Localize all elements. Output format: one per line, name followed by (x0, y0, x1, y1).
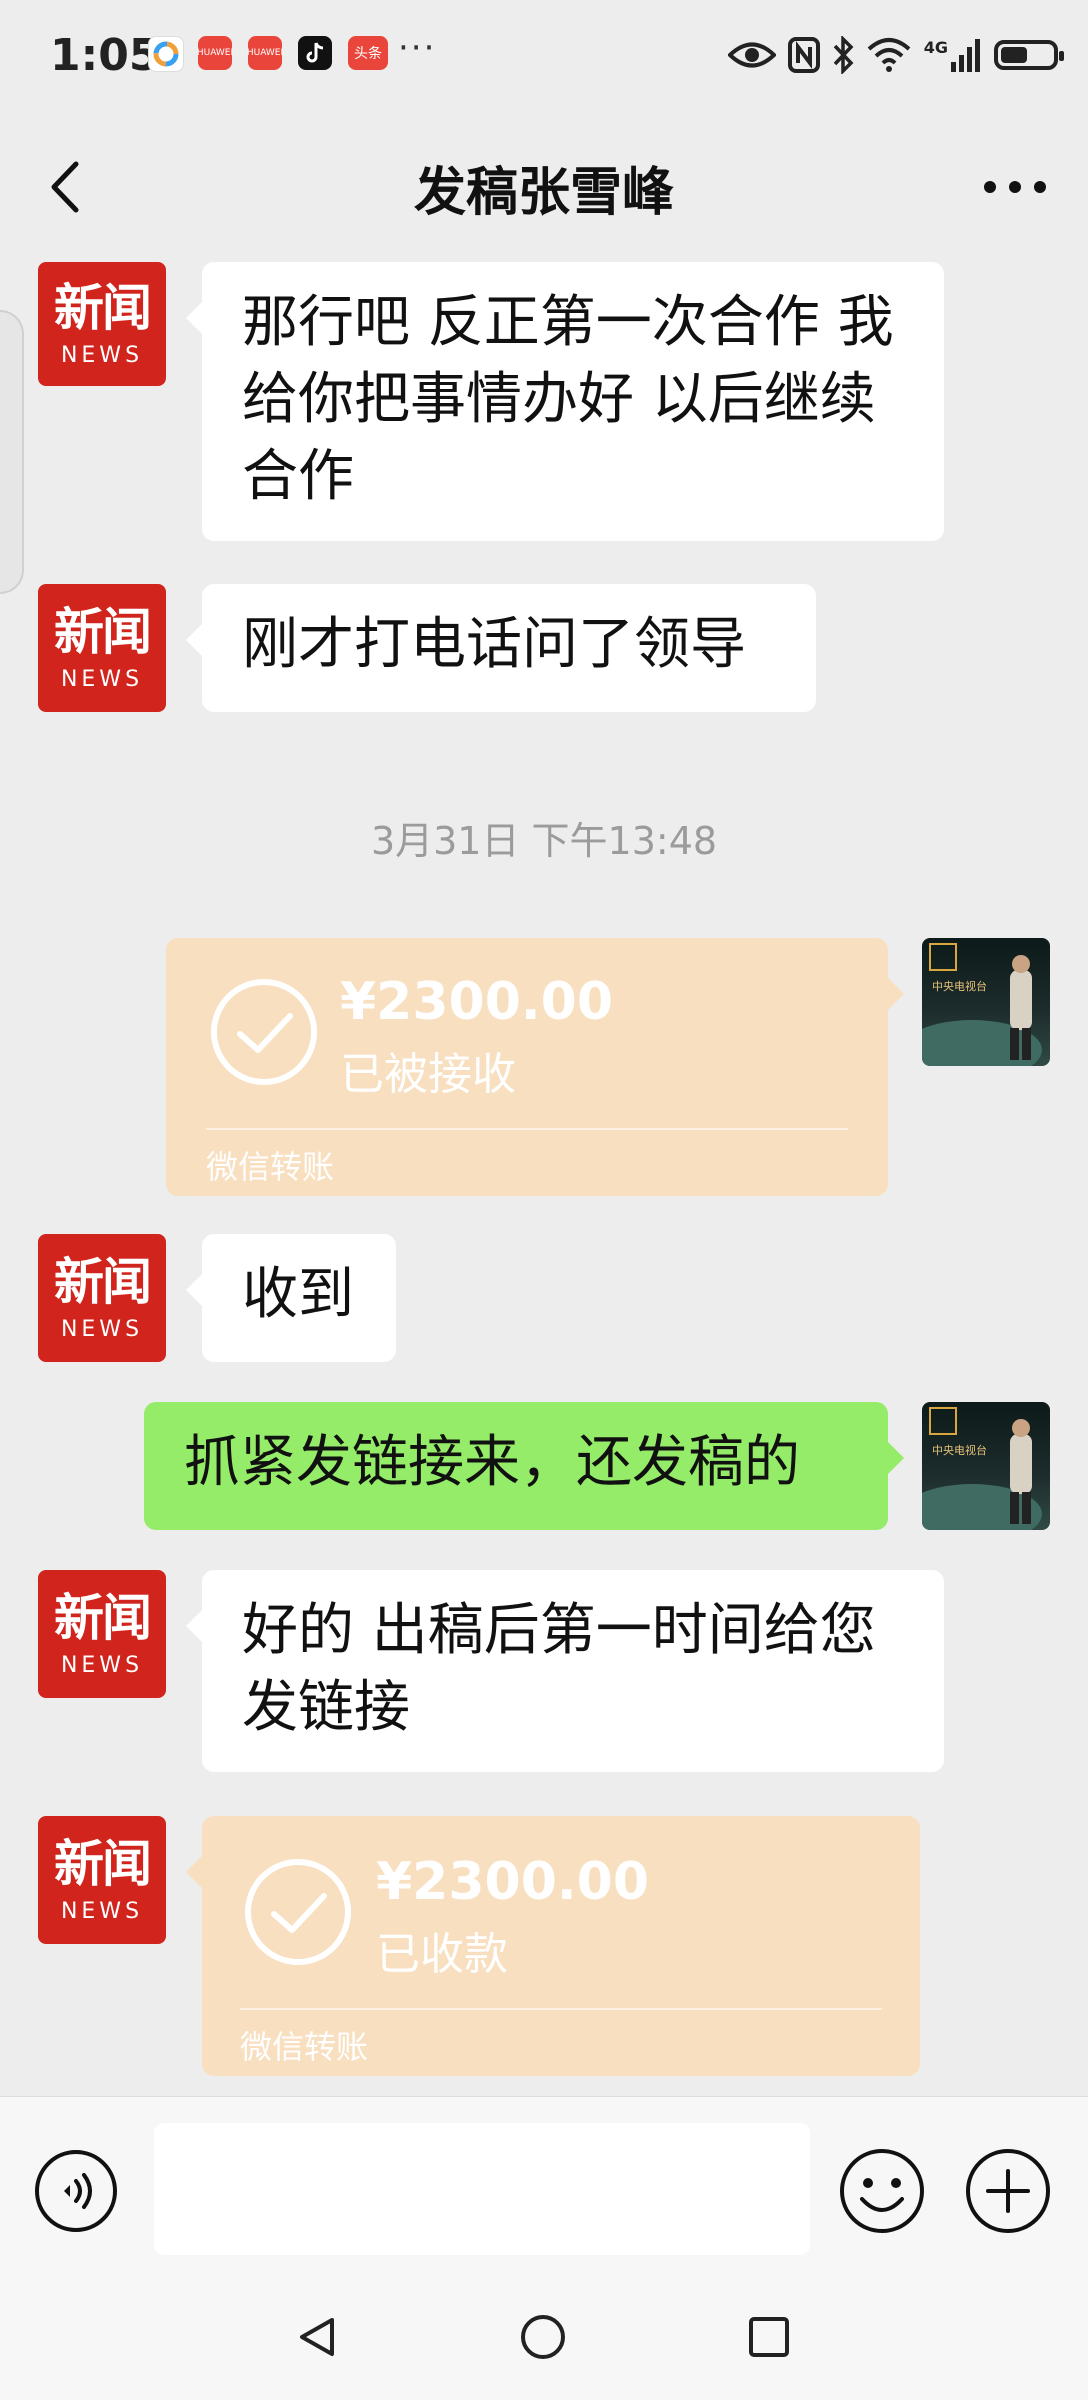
message-text: 合作 (242, 444, 354, 509)
message-bubble[interactable]: 好的 出稿后第一时间给您 发链接 (186, 1570, 944, 1772)
avatar-text: 新闻 (54, 1833, 152, 1893)
avatar-subtext: NEWS (60, 1316, 144, 1342)
status-bar: 1:05 HUAWEI HUAWEI 头条 ··· 4G (0, 0, 1088, 112)
transfer-amount: ¥2300.00 (340, 972, 614, 1032)
avatar[interactable]: 新闻 NEWS (38, 262, 166, 386)
avatar-text: 新闻 (54, 1251, 152, 1311)
battery-icon (994, 40, 1064, 70)
avatar-subtext: NEWS (60, 1652, 144, 1678)
status-icons: 4G (727, 30, 1064, 80)
chat-message-list[interactable]: 新闻 NEWS 那行吧 反正第一次合作 我 给你把事情办好 以后继续 合作 新闻… (0, 262, 1088, 2096)
nav-recents-button[interactable] (744, 2312, 794, 2362)
transfer-label: 微信转账 (240, 2028, 369, 2066)
user-avatar[interactable]: 中央电视台 (922, 1402, 1050, 1530)
transfer-divider (206, 1128, 848, 1130)
wifi-icon (866, 37, 912, 73)
transfer-card[interactable]: ¥2300.00 已被接收 微信转账 (166, 938, 904, 1196)
chat-header: 发稿张雪峰 (0, 112, 1088, 262)
nav-home-button[interactable] (518, 2312, 568, 2362)
emoji-icon (840, 2149, 924, 2233)
toutiao-icon: 头条 (348, 36, 388, 70)
huawei-icon: HUAWEI (197, 36, 233, 70)
message-text: 好的 出稿后第一时间给您 (242, 1598, 876, 1663)
avatar-subtext: NEWS (60, 1898, 144, 1924)
huawei-icon: HUAWEI (247, 36, 283, 70)
signal-icon: 4G (924, 38, 982, 72)
transfer-status: 已被接收 (340, 1049, 516, 1100)
message-bubble[interactable]: 刚才打电话问了领导 (186, 584, 816, 712)
nfc-icon (787, 37, 820, 73)
triangle-back-icon (300, 2318, 334, 2356)
bluetooth-icon (832, 36, 854, 74)
avatar-subtext: NEWS (60, 666, 144, 692)
check-circle-icon (211, 979, 317, 1085)
avatar-text: 新闻 (54, 1587, 152, 1647)
system-navigation-bar (0, 2272, 1088, 2400)
message-text: 给你把事情办好 以后继续 (242, 367, 876, 432)
more-options-button[interactable] (980, 157, 1050, 217)
message-text: 刚才打电话问了领导 (242, 612, 746, 677)
message-bubble[interactable]: 收到 (186, 1234, 396, 1362)
network-type: 4G (923, 38, 948, 57)
svg-text:中央电视台: 中央电视台 (932, 979, 987, 993)
nav-back-button[interactable] (292, 2312, 342, 2362)
chat-title: 发稿张雪峰 (413, 163, 674, 223)
message-text: 发链接 (242, 1675, 410, 1740)
avatar[interactable]: 新闻 NEWS (38, 1570, 166, 1698)
message-text: 那行吧 反正第一次合作 我 (242, 290, 894, 355)
transfer-status: 已收款 (376, 1929, 508, 1980)
avatar[interactable]: 新闻 NEWS (38, 1234, 166, 1362)
avatar-text: 新闻 (54, 277, 152, 337)
transfer-label: 微信转账 (206, 1148, 335, 1186)
avatar-subtext: NEWS (60, 342, 144, 368)
user-avatar[interactable]: 中央电视台 (922, 938, 1050, 1066)
message-bubble-sent[interactable]: 抓紧发链接来，还发稿的 (144, 1402, 904, 1530)
floating-side-tab[interactable] (0, 310, 24, 594)
svg-text:中央电视台: 中央电视台 (932, 1443, 987, 1457)
voice-input-button[interactable] (34, 2149, 118, 2233)
message-text: 抓紧发链接来，还发稿的 (184, 1430, 800, 1495)
square-recents-icon (749, 2317, 789, 2357)
eye-icon (727, 40, 776, 70)
circle-home-icon (521, 2315, 565, 2359)
status-time: 1:05 (50, 30, 160, 81)
emoji-button[interactable] (838, 2147, 926, 2235)
message-bubble[interactable]: 那行吧 反正第一次合作 我 给你把事情办好 以后继续 合作 (186, 262, 944, 541)
transfer-divider (240, 2008, 882, 2010)
transfer-amount: ¥2300.00 (376, 1852, 650, 1912)
transfer-card[interactable]: ¥2300.00 已收款 微信转账 (186, 1816, 920, 2076)
message-input[interactable] (154, 2123, 810, 2255)
plus-icon (966, 2149, 1050, 2233)
avatar[interactable]: 新闻 NEWS (38, 1816, 166, 1944)
input-bar (0, 2096, 1088, 2273)
message-text: 收到 (242, 1262, 354, 1327)
check-circle-icon (245, 1859, 351, 1965)
status-overflow: ··· (398, 28, 437, 68)
message-timestamp: 3月31日 下午13:48 (370, 819, 718, 863)
avatar-text: 新闻 (54, 601, 152, 661)
avatar[interactable]: 新闻 NEWS (38, 584, 166, 712)
app-notification-icon (148, 36, 184, 72)
tiktok-icon (298, 36, 332, 70)
more-functions-button[interactable] (964, 2147, 1052, 2235)
